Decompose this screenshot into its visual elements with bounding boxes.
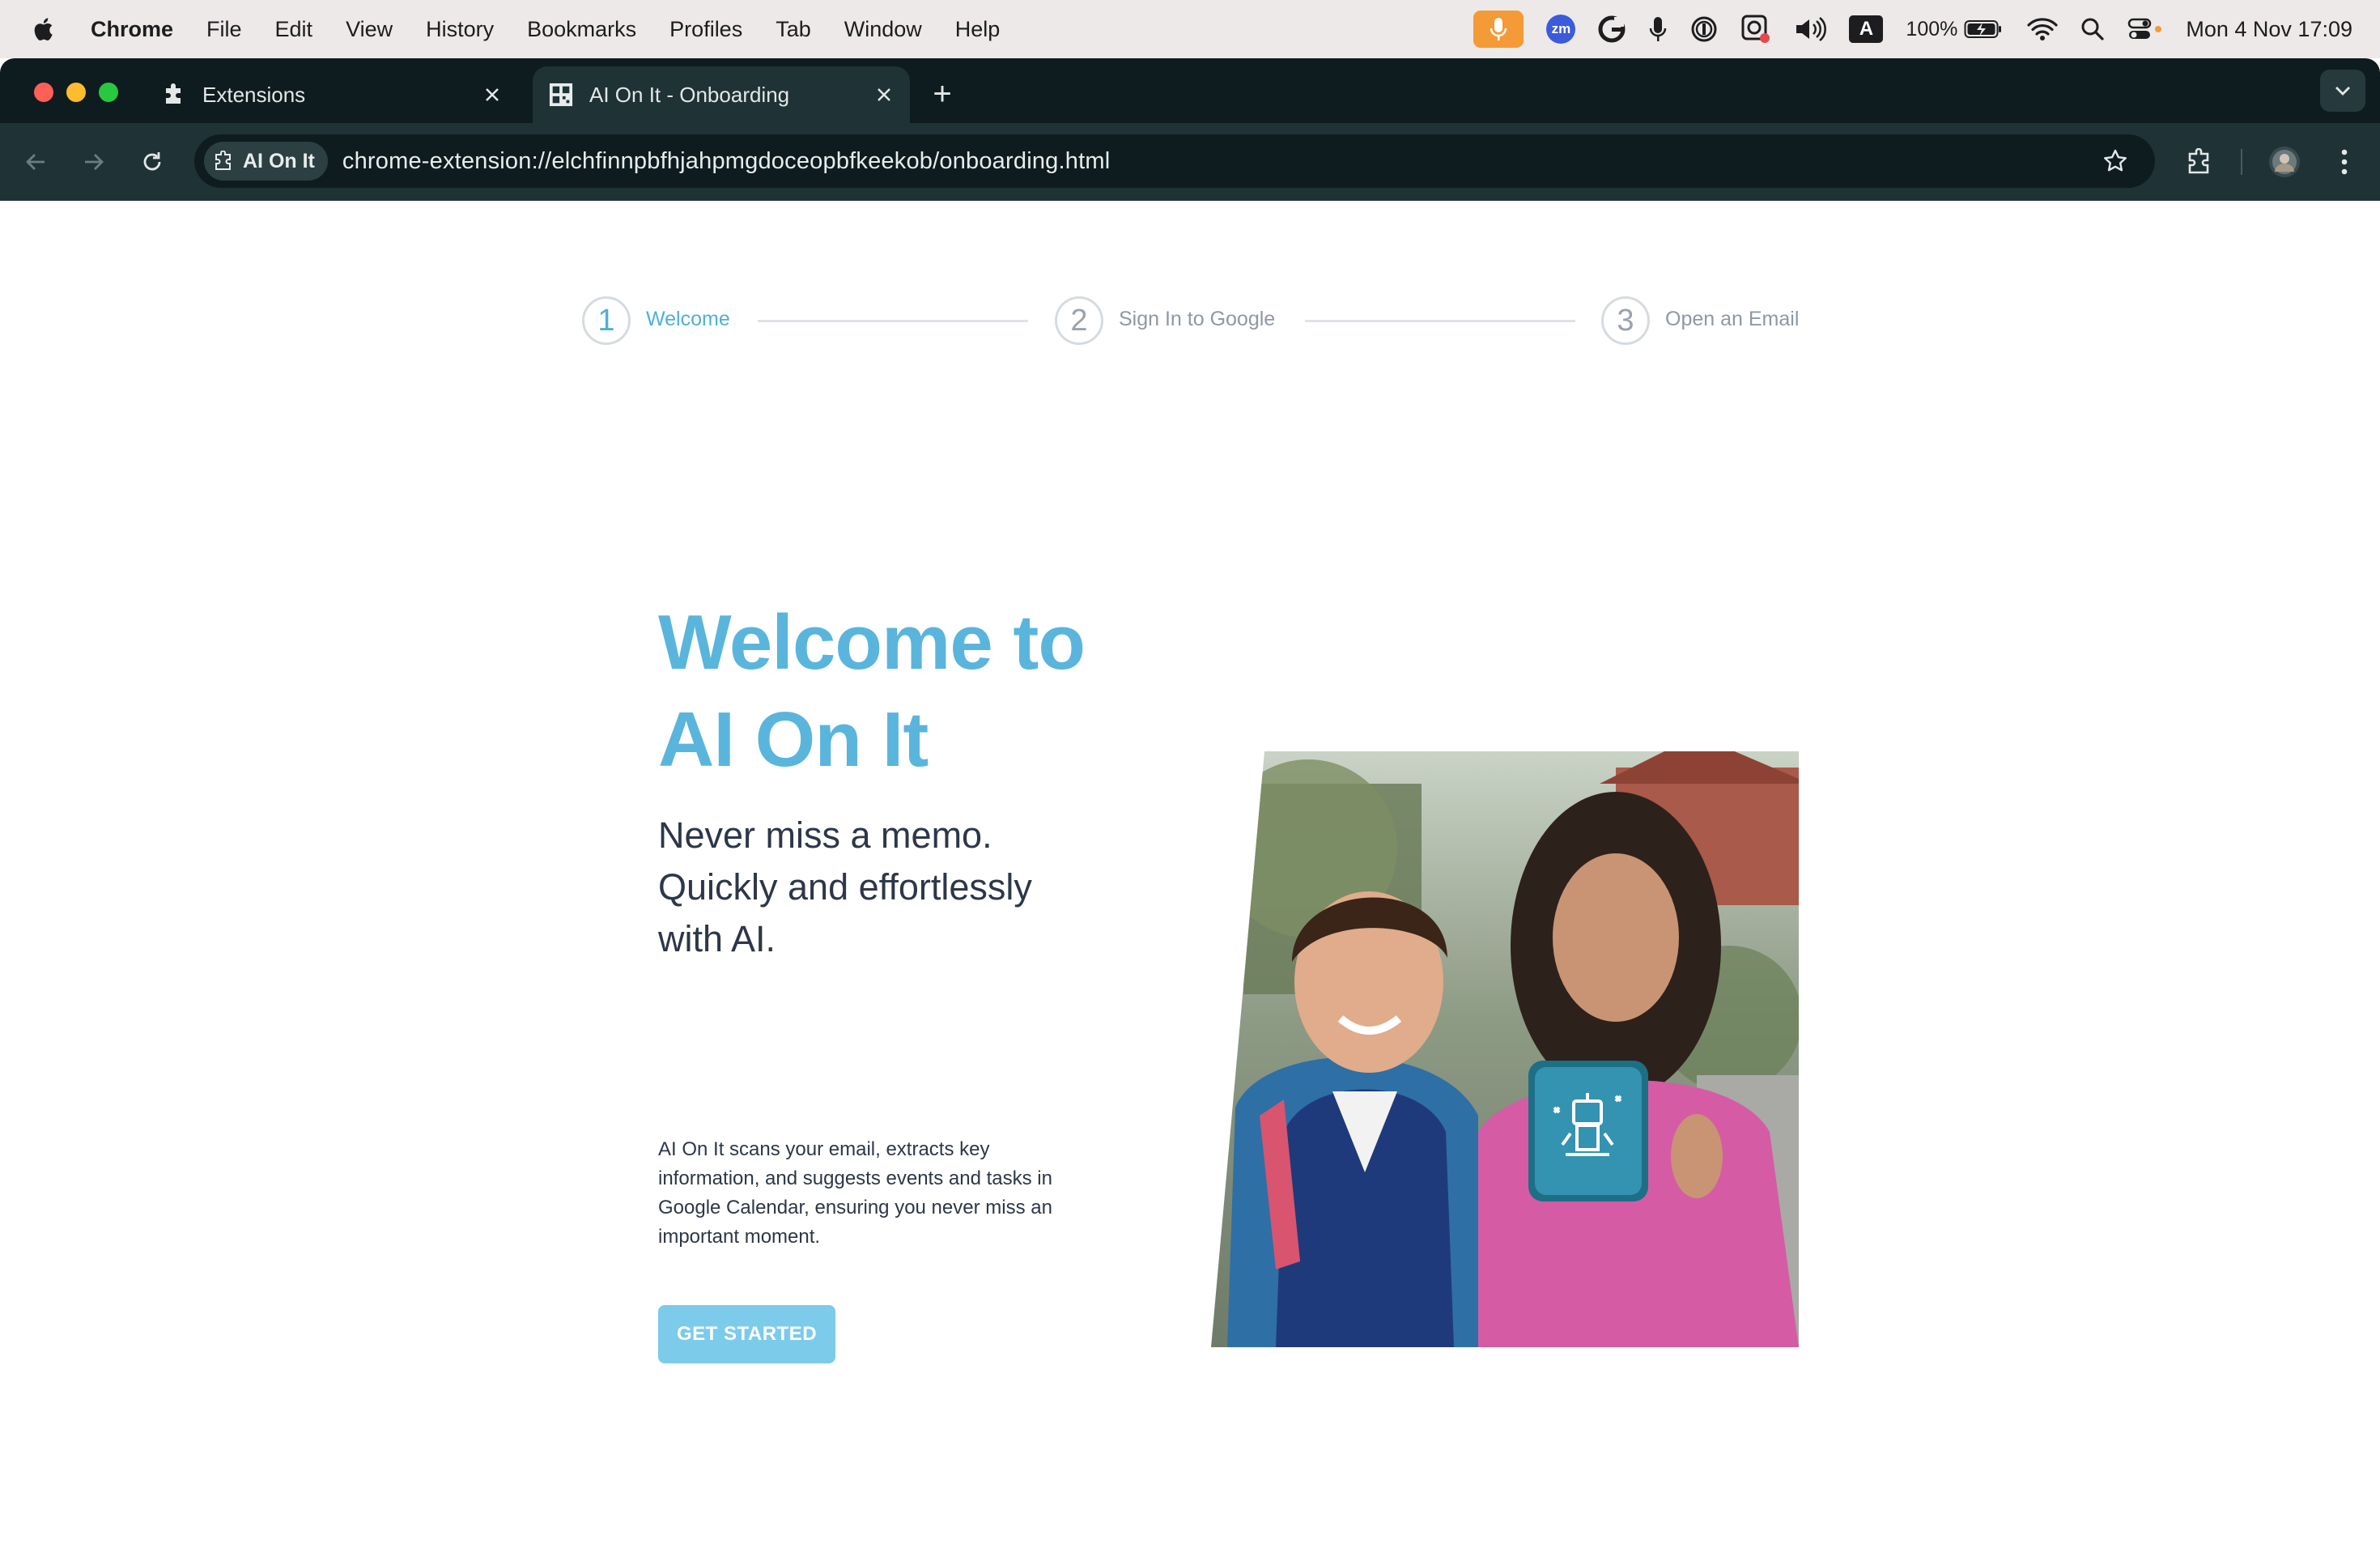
tab-extensions[interactable]: Extensions: [146, 66, 518, 123]
microphone-icon[interactable]: [1648, 15, 1668, 43]
chevron-down-icon: [2335, 87, 2350, 96]
forward-button[interactable]: [74, 142, 113, 181]
tagline-line: with AI.: [658, 918, 776, 959]
welcome-heading-line-1: Welcome to: [658, 599, 1086, 686]
menubar-clock[interactable]: Mon 4 Nov 17:09: [2186, 17, 2352, 42]
tab-title: AI On It - Onboarding: [589, 82, 790, 107]
screen-recorder-icon[interactable]: [1740, 14, 1771, 45]
chrome-window: Extensions AI On It - Onboarding + AI On…: [0, 58, 2380, 1548]
puzzle-icon: [2188, 148, 2209, 174]
extensions-button[interactable]: [2181, 142, 2220, 181]
step-2-label: Sign In to Google: [1119, 308, 1276, 330]
wifi-icon[interactable]: [2027, 17, 2058, 41]
tab-search-button[interactable]: [2320, 70, 2365, 112]
tagline-line: Never miss a memo.: [658, 814, 992, 856]
welcome-heading-line-2: AI On It: [658, 696, 929, 783]
grammarly-icon[interactable]: [1598, 15, 1626, 43]
tab-title: Extensions: [202, 82, 306, 107]
onboarding-stepper: 1 Welcome 2 Sign In to Google 3 Open an …: [0, 296, 2380, 345]
more-vertical-icon: [2341, 149, 2348, 175]
get-started-button[interactable]: GET STARTED: [658, 1305, 835, 1363]
product-description: AI On It scans your email, extracts key …: [658, 1135, 1111, 1252]
battery-icon[interactable]: [1964, 19, 2004, 40]
input-source-icon[interactable]: A: [1849, 15, 1884, 43]
control-center-icon[interactable]: [2127, 17, 2163, 41]
step-connector: [1305, 320, 1575, 322]
password-manager-icon[interactable]: [1690, 15, 1718, 43]
fullscreen-window-button[interactable]: [99, 83, 118, 102]
tagline: Never miss a memo. Quickly and effortles…: [658, 810, 1111, 965]
reload-icon: [143, 152, 161, 171]
description-line: Google Calendar, ensuring you never miss…: [658, 1197, 1052, 1218]
ai-on-it-favicon: [549, 83, 573, 107]
profile-avatar[interactable]: [2265, 142, 2304, 181]
hero-photo: [1211, 751, 1799, 1347]
zoom-app-icon[interactable]: zm: [1546, 15, 1576, 44]
url-text[interactable]: chrome-extension://elchfinnpbfhjahpmgdoc…: [342, 148, 1110, 175]
menu-help[interactable]: Help: [955, 17, 1001, 42]
menu-edit[interactable]: Edit: [275, 17, 313, 42]
tab-ai-on-it-onboarding[interactable]: AI On It - Onboarding: [533, 66, 910, 123]
site-info-chip[interactable]: AI On It: [204, 142, 328, 181]
close-window-button[interactable]: [34, 83, 53, 102]
close-tab-icon[interactable]: [478, 80, 507, 109]
close-tab-icon[interactable]: [869, 80, 899, 109]
arrow-right-icon: [85, 154, 104, 170]
menu-tab[interactable]: Tab: [776, 17, 811, 42]
menu-view[interactable]: View: [346, 17, 393, 42]
menu-bookmarks[interactable]: Bookmarks: [527, 17, 636, 42]
site-chip-label: AI On It: [243, 149, 315, 172]
menu-file[interactable]: File: [206, 17, 242, 42]
step-1-label: Welcome: [646, 308, 730, 330]
tab-strip: Extensions AI On It - Onboarding +: [0, 58, 2380, 123]
apple-logo-icon[interactable]: [31, 15, 58, 43]
puzzle-icon: [162, 83, 186, 107]
reload-button[interactable]: [133, 142, 172, 181]
menu-window[interactable]: Window: [844, 17, 922, 42]
back-button[interactable]: [16, 142, 55, 181]
browser-toolbar: AI On It chrome-extension://elchfinnpbfh…: [0, 123, 2380, 201]
bookmark-star-icon[interactable]: [2098, 144, 2132, 178]
description-line: information, and suggests events and tas…: [658, 1167, 1052, 1189]
arrow-left-icon: [26, 154, 45, 170]
welcome-heading: Welcome to AI On It: [658, 594, 1144, 789]
step-2-circle: 2: [1055, 296, 1103, 345]
toolbar-divider: [2241, 149, 2242, 175]
menu-profiles[interactable]: Profiles: [669, 17, 742, 42]
minimize-window-button[interactable]: [66, 83, 86, 102]
description-line: AI On It scans your email, extracts key: [658, 1138, 990, 1160]
status-area: zm A 100% Mon 4 Nov 17:09: [1473, 0, 2380, 58]
chrome-menu-button[interactable]: [2325, 142, 2364, 181]
macos-menu-bar: Chrome File Edit View History Bookmarks …: [0, 0, 2380, 58]
tagline-line: Quickly and effortlessly: [658, 866, 1032, 908]
menu-history[interactable]: History: [426, 17, 494, 42]
step-3-circle: 3: [1601, 296, 1650, 345]
step-connector: [758, 320, 1028, 322]
menu-app-name[interactable]: Chrome: [91, 17, 173, 42]
step-1-circle: 1: [582, 296, 631, 345]
battery-percentage: 100%: [1906, 17, 1958, 40]
volume-icon[interactable]: [1794, 17, 1827, 41]
onboarding-page: 1 Welcome 2 Sign In to Google 3 Open an …: [0, 201, 2380, 1548]
extension-puzzle-icon: [215, 151, 231, 170]
dictation-mic-icon[interactable]: [1473, 11, 1524, 48]
step-3-label: Open an Email: [1665, 308, 1800, 330]
spotlight-search-icon[interactable]: [2080, 17, 2105, 41]
description-line: important moment.: [658, 1226, 821, 1248]
address-bar[interactable]: AI On It chrome-extension://elchfinnpbfh…: [194, 134, 2155, 188]
new-tab-button[interactable]: +: [924, 78, 960, 113]
